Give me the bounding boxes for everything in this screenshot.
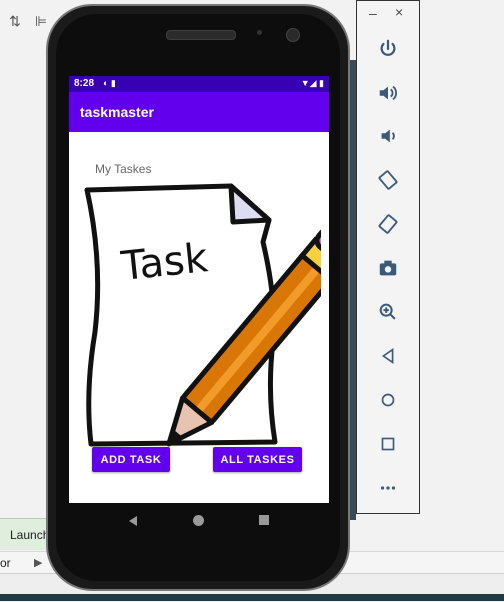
run-icon[interactable]: ▶	[34, 556, 42, 569]
zoom-button[interactable]	[375, 299, 401, 325]
volume-down-icon	[381, 129, 395, 143]
emulator-controls-panel: – ×	[356, 0, 420, 514]
minimize-button[interactable]: –	[369, 5, 377, 21]
camera-icon	[379, 260, 397, 276]
power-icon	[380, 39, 396, 56]
app-title: taskmaster	[80, 104, 154, 120]
ide-bottom-text: or	[0, 556, 11, 570]
add-task-button[interactable]: ADD TASK	[92, 447, 170, 472]
rotate-left-icon	[378, 170, 398, 190]
align-icon[interactable]: ⊫	[32, 12, 50, 30]
ide-launch-tab[interactable]: Launch	[0, 518, 52, 550]
rotate-left-button[interactable]	[375, 167, 401, 193]
back-button[interactable]	[375, 343, 401, 369]
app-bar: taskmaster	[69, 92, 329, 132]
notification-icons: ◐ ▮	[103, 78, 116, 88]
volume-down-button[interactable]	[375, 123, 401, 149]
more-icon	[380, 486, 396, 490]
wifi-signal-battery-icons: ▼◢ ▮	[300, 78, 324, 88]
phone-speaker	[166, 30, 236, 40]
nav-recents-icon[interactable]	[259, 515, 269, 525]
ide-launch-label: Launch	[10, 528, 50, 542]
more-button[interactable]	[375, 475, 401, 501]
screenshot-button[interactable]	[375, 255, 401, 281]
home-button[interactable]	[375, 387, 401, 413]
overview-button[interactable]	[375, 431, 401, 457]
status-time: 8:28	[74, 78, 95, 89]
android-nav-bar	[69, 503, 329, 539]
page-heading: My Taskes	[95, 162, 152, 176]
rotate-right-button[interactable]	[375, 211, 401, 237]
task-illustration: Task	[84, 183, 321, 447]
phone-sensor	[257, 30, 262, 35]
os-taskbar	[0, 594, 504, 601]
sort-icon[interactable]: ⇅	[6, 12, 24, 30]
close-button[interactable]: ×	[395, 4, 403, 20]
android-status-bar: 8:28 ◐ ▮ ▼◢ ▮	[69, 76, 329, 92]
volume-up-button[interactable]	[375, 80, 401, 106]
all-tasks-button[interactable]: ALL TASKES	[213, 447, 302, 472]
overview-icon	[381, 437, 395, 451]
device-screen: 8:28 ◐ ▮ ▼◢ ▮ taskmaster My Taskes Task …	[69, 76, 329, 503]
nav-back-icon[interactable]	[127, 515, 139, 527]
phone-camera	[286, 28, 300, 42]
rotate-right-icon	[378, 214, 398, 234]
zoom-in-icon	[379, 303, 396, 320]
nav-home-icon[interactable]	[193, 515, 204, 526]
illustration-word: Task	[118, 235, 210, 290]
home-icon	[381, 393, 395, 407]
power-button[interactable]	[375, 36, 401, 62]
back-icon	[381, 347, 394, 365]
volume-up-icon	[379, 85, 397, 101]
